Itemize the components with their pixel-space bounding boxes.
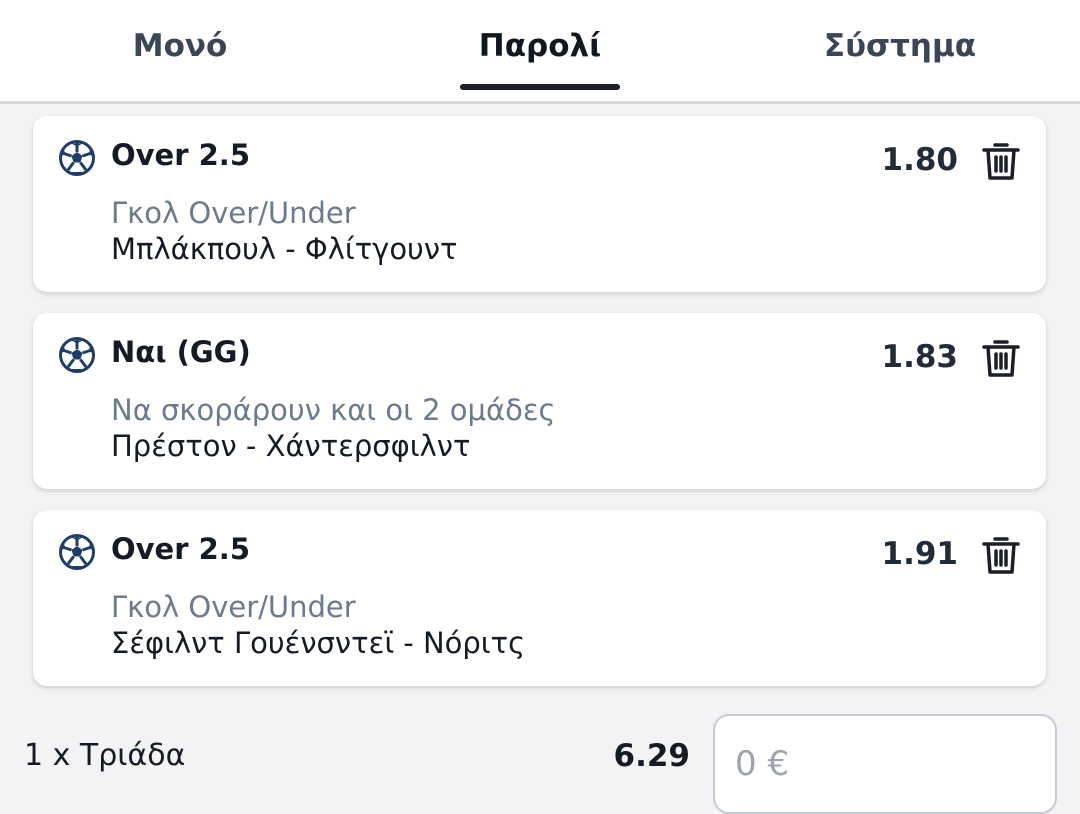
- match-name: Πρέστον - Χάντερσφιλντ: [111, 429, 471, 463]
- bet-type-tabs: Μονό Παρολί Σύστημα: [0, 0, 1080, 104]
- market-name: Να σκοράρουν και οι 2 ομάδες: [111, 393, 556, 427]
- bet-card: Over 2.5 Γκολ Over/Under Μπλάκπουλ - Φλί…: [33, 116, 1046, 292]
- market-name: Γκολ Over/Under: [111, 590, 356, 624]
- bet-card: Ναι (GG) Να σκοράρουν και οι 2 ομάδες Πρ…: [33, 313, 1046, 489]
- combination-label: 1 x Τριάδα: [24, 738, 186, 773]
- bet-card: Over 2.5 Γκολ Over/Under Σέφιλντ Γουένσν…: [33, 510, 1046, 686]
- tab-single[interactable]: Μονό: [0, 0, 360, 101]
- soccer-ball-icon: [59, 534, 95, 570]
- odd-value: 1.83: [881, 339, 959, 375]
- trash-icon[interactable]: [978, 335, 1024, 381]
- odd-value: 1.91: [881, 536, 959, 572]
- soccer-ball-icon: [59, 140, 95, 176]
- match-name: Σέφιλντ Γουένσντεϊ - Νόριτς: [111, 626, 526, 660]
- total-odd-value: 6.29: [613, 738, 691, 774]
- tab-system[interactable]: Σύστημα: [720, 0, 1080, 101]
- selection-name: Ναι (GG): [111, 335, 251, 369]
- market-name: Γκολ Over/Under: [111, 196, 356, 230]
- match-name: Μπλάκπουλ - Φλίτγουντ: [111, 232, 458, 266]
- active-tab-indicator: [460, 84, 620, 90]
- soccer-ball-icon: [59, 337, 95, 373]
- selection-name: Over 2.5: [111, 532, 250, 566]
- trash-icon[interactable]: [978, 532, 1024, 578]
- stake-input[interactable]: [713, 714, 1057, 814]
- odd-value: 1.80: [881, 142, 959, 178]
- selection-name: Over 2.5: [111, 138, 250, 172]
- trash-icon[interactable]: [978, 138, 1024, 184]
